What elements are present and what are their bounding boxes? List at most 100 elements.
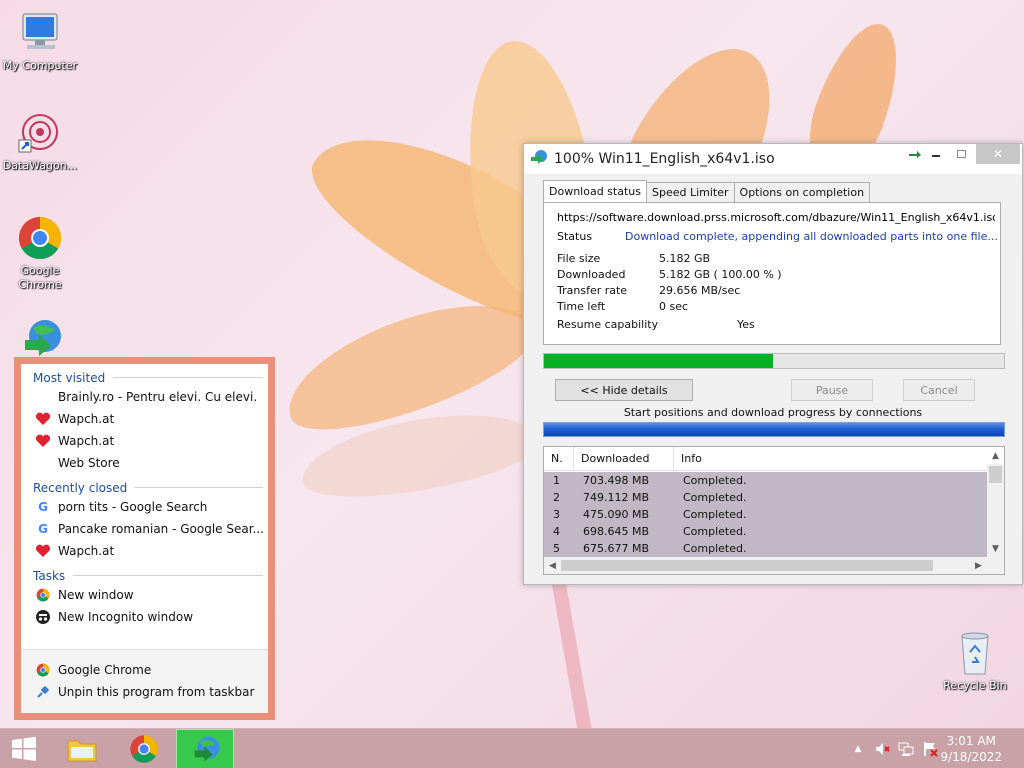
scroll-down-icon[interactable]: ▼ <box>987 540 1004 557</box>
tab-speed-limiter[interactable]: Speed Limiter <box>645 182 735 202</box>
chevron-up-icon: ▲ <box>854 744 862 754</box>
cancel-button[interactable]: Cancel <box>903 379 975 401</box>
table-row[interactable]: 2 749.112 MB Completed. <box>544 489 987 506</box>
datawagon-icon <box>17 110 63 156</box>
desktop-icon-label: My Computer <box>2 59 78 72</box>
maximize-button[interactable] <box>948 144 974 164</box>
desktop-icon-idm[interactable] <box>0 318 80 358</box>
pause-button[interactable]: Pause <box>791 379 873 401</box>
taskbar-clock[interactable]: 3:01 AM 9/18/2022 <box>940 733 1002 765</box>
jumplist-task-new-window[interactable]: New window <box>21 584 268 606</box>
jumplist-item[interactable]: G Pancake romanian - Google Sear... <box>21 518 268 540</box>
jumplist-item-label: Unpin this program from taskbar <box>58 685 255 699</box>
scroll-up-icon[interactable]: ▲ <box>987 447 1004 464</box>
jumplist-item-label: Brainly.ro - Pentru elevi. Cu elevi. <box>58 390 258 404</box>
taskbar-chrome[interactable] <box>120 729 168 768</box>
table-row[interactable]: 3 475.090 MB Completed. <box>544 506 987 523</box>
column-header-info[interactable]: Info <box>674 447 1004 470</box>
jumplist-open-chrome[interactable]: Google Chrome <box>21 659 268 681</box>
blank-icon <box>35 455 51 471</box>
cell-downloaded: 475.090 MB <box>583 508 650 521</box>
table-row[interactable]: 1 703.498 MB Completed. <box>544 472 987 489</box>
jumplist-item-label: Wapch.at <box>58 412 115 426</box>
scrollbar-thumb[interactable] <box>561 560 933 571</box>
desktop-icon-my-computer[interactable]: My Computer <box>0 10 80 73</box>
status-value: Download complete, appending all downloa… <box>625 229 998 243</box>
cell-info: Completed. <box>683 491 747 504</box>
download-progress-fill <box>544 354 774 368</box>
scroll-left-icon[interactable]: ◀ <box>544 557 561 574</box>
action-center-flag-icon[interactable] <box>922 741 938 757</box>
field-label: Downloaded <box>557 267 626 281</box>
horizontal-scrollbar[interactable]: ◀ ▶ <box>544 557 1004 574</box>
jumplist-heading-most-visited: Most visited <box>21 364 268 386</box>
heart-icon <box>35 411 51 427</box>
tab-download-status[interactable]: Download status <box>543 180 647 202</box>
desktop-icon-datawagon[interactable]: DataWagon... <box>0 110 80 173</box>
cell-n: 2 <box>553 491 560 504</box>
jumplist-item-label: Wapch.at <box>58 434 115 448</box>
status-label: Status <box>557 229 593 243</box>
column-header-downloaded[interactable]: Downloaded <box>574 447 674 470</box>
time-left-value: 0 sec <box>659 299 689 313</box>
jumplist-pinned-section: Google Chrome Unpin this program from ta… <box>21 649 268 713</box>
transfer-rate-value: 29.656 MB/sec <box>659 283 741 297</box>
jumplist-unpin[interactable]: Unpin this program from taskbar <box>21 681 268 703</box>
heart-icon <box>35 433 51 449</box>
jumplist-task-new-incognito[interactable]: New Incognito window <box>21 606 268 628</box>
heart-icon <box>35 543 51 559</box>
jumplist-item[interactable]: Wapch.at <box>21 540 268 562</box>
clock-time: 3:01 AM <box>946 734 996 748</box>
cell-downloaded: 749.112 MB <box>583 491 650 504</box>
blank-icon <box>35 389 51 405</box>
connections-table: N. Downloaded Info 1 703.498 MB Complete… <box>543 446 1005 575</box>
close-button[interactable]: ✕ <box>976 144 1020 164</box>
downloaded-value: 5.182 GB ( 100.00 % ) <box>659 267 782 281</box>
cell-downloaded: 703.498 MB <box>583 474 650 487</box>
jumplist-item-label: New Incognito window <box>58 610 194 624</box>
show-hidden-icons-button[interactable]: ▲ <box>850 741 866 757</box>
hide-details-button[interactable]: << Hide details <box>555 379 693 401</box>
jumplist-item-label: Web Store <box>58 456 120 470</box>
download-status-panel: https://software.download.prss.microsoft… <box>543 202 1001 345</box>
idm-arrow-icon[interactable] <box>904 144 926 164</box>
jumplist-item[interactable]: Brainly.ro - Pentru elevi. Cu elevi. <box>21 386 268 408</box>
minimize-button[interactable] <box>926 144 946 164</box>
jumplist-item[interactable]: Wapch.at <box>21 408 268 430</box>
idm-globe-icon <box>194 736 220 762</box>
cell-downloaded: 698.645 MB <box>583 525 650 538</box>
network-icon[interactable] <box>898 741 914 757</box>
scroll-right-icon[interactable]: ▶ <box>970 557 987 574</box>
chrome-jump-list: Most visited Brainly.ro - Pentru elevi. … <box>14 357 275 720</box>
cell-n: 4 <box>553 525 560 538</box>
cell-info: Completed. <box>683 525 747 538</box>
volume-muted-icon[interactable] <box>874 741 890 757</box>
jumplist-item-label: Pancake romanian - Google Sear... <box>58 522 264 536</box>
computer-icon <box>17 10 63 56</box>
taskbar: ▲ 3:01 AM 9/18/2022 <box>0 728 1024 768</box>
table-row[interactable]: 4 698.645 MB Completed. <box>544 523 987 540</box>
taskbar-idm[interactable] <box>176 729 234 768</box>
desktop-icon-recycle-bin[interactable]: Recycle Bin <box>935 630 1015 693</box>
field-label: Transfer rate <box>557 283 628 297</box>
scrollbar-thumb[interactable] <box>989 466 1002 483</box>
jumplist-item[interactable]: Web Store <box>21 452 268 474</box>
minimize-icon <box>932 155 940 157</box>
incognito-icon <box>35 609 51 625</box>
taskbar-file-explorer[interactable] <box>58 729 106 768</box>
folder-icon <box>67 740 97 762</box>
table-row[interactable]: 5 675.677 MB Completed. <box>544 540 987 557</box>
column-header-n[interactable]: N. <box>544 447 574 470</box>
jumplist-heading-recently-closed: Recently closed <box>21 474 268 496</box>
desktop-icon-label: DataWagon... <box>2 159 78 172</box>
chrome-icon <box>130 735 158 763</box>
jumplist-item[interactable]: Wapch.at <box>21 430 268 452</box>
window-title-bar[interactable]: 100% Win11_English_x64v1.iso ✕ <box>524 144 1022 174</box>
start-button[interactable] <box>0 729 48 768</box>
desktop-icon-google-chrome[interactable]: Google Chrome <box>0 215 80 292</box>
jumplist-item[interactable]: G porn tits - Google Search <box>21 496 268 518</box>
chrome-icon <box>35 662 51 678</box>
idm-globe-icon <box>530 149 548 169</box>
cell-info: Completed. <box>683 508 747 521</box>
tab-options-on-completion[interactable]: Options on completion <box>733 182 871 202</box>
